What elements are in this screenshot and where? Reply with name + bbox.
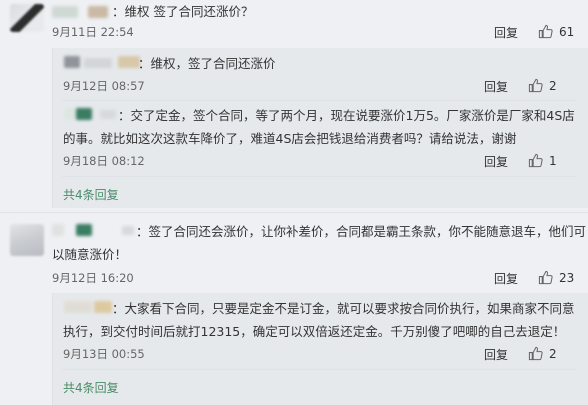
thumbs-up-icon bbox=[528, 346, 543, 361]
username-blur[interactable] bbox=[76, 224, 92, 236]
reply-button[interactable]: 回复 bbox=[484, 153, 508, 170]
reply-text: ：维权，签了合同还涨价 bbox=[138, 56, 276, 71]
thumbs-up-icon bbox=[538, 24, 553, 39]
reply-button[interactable]: 回复 bbox=[494, 270, 518, 287]
username-blur[interactable] bbox=[94, 301, 112, 313]
more-replies-link[interactable]: 共4条回复 bbox=[63, 186, 119, 203]
like-button[interactable]: 2 bbox=[528, 78, 557, 93]
like-button[interactable]: 23 bbox=[538, 270, 574, 285]
comment-text: ：维权 签了合同还涨价？ bbox=[112, 4, 254, 19]
reply-button[interactable]: 回复 bbox=[484, 346, 508, 363]
like-count: 2 bbox=[549, 346, 557, 361]
like-button[interactable]: 1 bbox=[528, 153, 557, 168]
username-blur[interactable] bbox=[100, 110, 116, 119]
username-blur[interactable] bbox=[122, 226, 134, 235]
like-count: 23 bbox=[559, 270, 575, 285]
divider bbox=[62, 369, 576, 370]
reply-text: 的事。就比如这次这款车降价了，难道4S店会把钱退给消费者吗？请给说法，谢谢 bbox=[63, 131, 517, 146]
like-count: 61 bbox=[559, 24, 575, 39]
username-blur[interactable] bbox=[64, 56, 80, 68]
thumbs-up-icon bbox=[528, 153, 543, 168]
username-blur[interactable] bbox=[88, 6, 108, 18]
reply-text: ：大家看下合同，只要是定金不是订金，就可以要求按合同价执行，如果商家不同意 bbox=[112, 301, 575, 316]
reply-time: 9月13日 00:55 bbox=[63, 347, 145, 361]
avatar[interactable] bbox=[10, 4, 44, 32]
comment-text: 以随意涨价！ bbox=[52, 247, 128, 262]
thumbs-up-icon bbox=[528, 78, 543, 93]
username-blur[interactable] bbox=[84, 58, 112, 68]
reply-text: ：交了定金，签个合同，等了两个月，现在说要涨价1万5。厂家涨价是厂家和4S店 bbox=[118, 108, 575, 123]
reply-button[interactable]: 回复 bbox=[494, 24, 518, 41]
reply-time: 9月12日 08:57 bbox=[63, 79, 145, 93]
reply-button[interactable]: 回复 bbox=[484, 78, 508, 95]
comment-time: 9月11日 22:54 bbox=[52, 25, 134, 39]
reply-time: 9月18日 08:12 bbox=[63, 154, 145, 168]
divider bbox=[62, 100, 576, 101]
avatar[interactable] bbox=[10, 224, 44, 256]
comment-time: 9月12日 16:20 bbox=[52, 271, 134, 285]
divider bbox=[0, 212, 588, 213]
like-button[interactable]: 61 bbox=[538, 24, 574, 39]
username-blur[interactable] bbox=[118, 56, 140, 68]
thumbs-up-icon bbox=[538, 270, 553, 285]
like-count: 1 bbox=[549, 153, 557, 168]
username-blur[interactable] bbox=[76, 108, 92, 120]
more-replies-link[interactable]: 共4条回复 bbox=[63, 379, 119, 396]
username-blur[interactable] bbox=[52, 224, 64, 236]
username-blur[interactable] bbox=[64, 301, 92, 313]
username-blur[interactable] bbox=[64, 108, 76, 120]
reply-text: 执行，到交付时间后就打12315，确定可以双倍返还定金。千万别傻了吧唧的自己去退… bbox=[63, 324, 566, 339]
username-blur[interactable] bbox=[52, 6, 78, 18]
divider bbox=[62, 176, 576, 177]
comment-text: ：签了合同还会涨价，让你补差价，合同都是霸王条款，你不能随意退车，他们可 bbox=[136, 224, 587, 239]
like-button[interactable]: 2 bbox=[528, 346, 557, 361]
like-count: 2 bbox=[549, 78, 557, 93]
